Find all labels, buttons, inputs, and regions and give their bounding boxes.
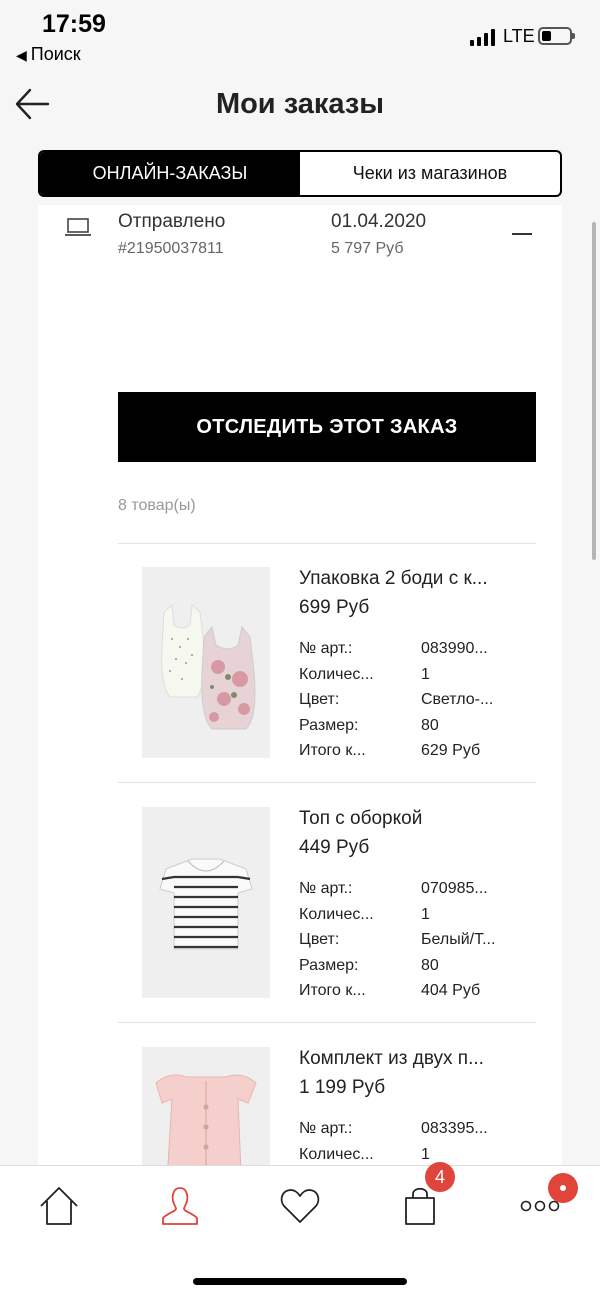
status-bar: 17:59 ◀ Поиск LTE <box>0 0 600 70</box>
notification-dot-icon <box>548 1173 578 1203</box>
track-order-button[interactable]: ОТСЛЕДИТЬ ЭТОТ ЗАКАЗ <box>118 392 536 462</box>
product-image-bodysuits[interactable] <box>142 567 270 758</box>
attr-label-article: № арт.: <box>299 880 353 897</box>
order-card: Отправлено #21950037811 01.04.2020 5 797… <box>38 205 562 1205</box>
attr-value-size: 80 <box>421 717 439 734</box>
scrollbar[interactable] <box>592 222 596 560</box>
attr-value-quantity: 1 <box>421 906 430 923</box>
attr-label-total: Итого к... <box>299 982 366 999</box>
attr-value-quantity: 1 <box>421 1146 430 1163</box>
attr-value-article: 083395... <box>421 1120 488 1137</box>
attr-value-size: 80 <box>421 957 439 974</box>
attr-value-article: 083990... <box>421 640 488 657</box>
order-item[interactable]: Упаковка 2 боди с к... 699 Руб № арт.: 0… <box>118 544 536 764</box>
divider <box>118 782 536 783</box>
attr-label-quantity: Количес... <box>299 666 374 683</box>
attr-label-article: № арт.: <box>299 1120 353 1137</box>
product-name[interactable]: Упаковка 2 боди с к... <box>299 568 519 590</box>
attr-label-quantity: Количес... <box>299 906 374 923</box>
attr-label-size: Размер: <box>299 957 359 974</box>
items-count: 8 товар(ы) <box>118 497 196 514</box>
divider <box>118 1022 536 1023</box>
attr-label-color: Цвет: <box>299 931 340 948</box>
order-status: Отправлено <box>118 211 226 232</box>
home-icon[interactable] <box>37 1184 81 1228</box>
signal-icon <box>470 28 495 46</box>
attr-value-article: 070985... <box>421 880 488 897</box>
order-type-tabs: ОНЛАЙН-ЗАКАЗЫ Чеки из магазинов <box>38 150 562 197</box>
order-number: #21950037811 <box>118 240 224 257</box>
order-total: 5 797 Руб <box>331 240 404 257</box>
attr-value-quantity: 1 <box>421 666 430 683</box>
product-name[interactable]: Топ с оборкой <box>299 808 519 830</box>
collapse-icon[interactable] <box>512 233 532 235</box>
product-price: 1 199 Руб <box>299 1077 386 1098</box>
bottom-nav: 4 <box>0 1162 600 1298</box>
back-to-app-link[interactable]: ◀ Поиск <box>16 44 81 65</box>
order-item[interactable]: Топ с оборкой 449 Руб № арт.: 070985... … <box>118 784 536 1004</box>
product-price: 699 Руб <box>299 597 370 618</box>
attr-value-color: Белый/Т... <box>421 931 496 948</box>
back-to-app-label: Поиск <box>30 44 81 64</box>
product-image-ruffle-top[interactable] <box>142 807 270 998</box>
attr-value-color: Светло-... <box>421 691 494 708</box>
back-triangle-icon: ◀ <box>16 47 27 63</box>
attr-value-total: 404 Руб <box>421 982 481 999</box>
attr-label-color: Цвет: <box>299 691 340 708</box>
product-price: 449 Руб <box>299 837 370 858</box>
home-indicator[interactable] <box>193 1278 407 1285</box>
bag-count-badge: 4 <box>425 1162 455 1192</box>
attr-label-quantity: Количес... <box>299 1146 374 1163</box>
attr-label-size: Размер: <box>299 717 359 734</box>
attr-label-total: Итого к... <box>299 742 366 759</box>
profile-icon[interactable] <box>158 1184 202 1228</box>
attr-value-total: 629 Руб <box>421 742 481 759</box>
order-date: 01.04.2020 <box>331 211 427 232</box>
product-name[interactable]: Комплект из двух п... <box>299 1048 519 1070</box>
heart-icon[interactable] <box>278 1184 322 1228</box>
battery-icon <box>538 27 575 45</box>
tab-online-orders[interactable]: ОНЛАЙН-ЗАКАЗЫ <box>40 152 300 195</box>
tab-store-receipts[interactable]: Чеки из магазинов <box>300 152 560 195</box>
attr-label-article: № арт.: <box>299 640 353 657</box>
status-time: 17:59 <box>42 10 106 38</box>
laptop-icon <box>64 217 92 237</box>
page-title: Мои заказы <box>215 88 385 120</box>
network-type: LTE <box>503 26 535 46</box>
